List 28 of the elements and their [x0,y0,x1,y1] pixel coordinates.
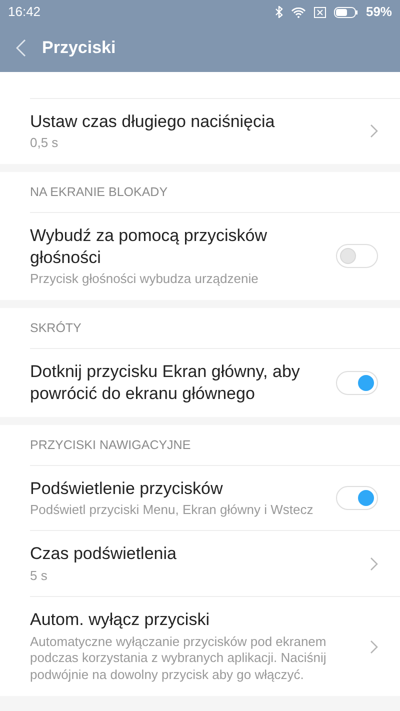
setting-description: Przycisk głośności wybudza urządzenie [30,270,260,288]
back-icon[interactable] [16,39,26,57]
setting-title: Ustaw czas długiego naciśnięcia [30,111,276,133]
chevron-icon[interactable] [370,556,378,571]
chevron-icon[interactable] [370,124,378,138]
sim-icon [314,6,326,18]
page-title: Przyciski [42,37,116,60]
setting-description: 0,5 s [30,135,60,152]
setting-title: Wybudź za pomocą przycisków głośności [30,224,268,269]
setting-description: Automatyczne wyłączanie przycisków pod ekranem podczas korzystania z wybranych aplikacji. Naciśnij podwójnie na dowolny przycisk aby go włączyć. [30,634,328,684]
status-time: 16:42 [8,3,41,22]
setting-description: Podświetl przyciski Menu, Ekran główny i Wstecz [30,502,314,518]
wifi-icon [290,6,306,18]
chevron-icon[interactable] [370,640,378,654]
bluetooth-icon [274,6,283,18]
setting-title: Podświetlenie przycisków [30,478,224,500]
section-heading: SKRÓTY [30,308,400,349]
setting-title: Czas podświetlenia [30,543,178,566]
battery-percent: 59% [366,3,392,22]
battery-icon [334,6,358,18]
toggle-switch[interactable] [336,370,378,395]
toggle-switch[interactable] [336,486,378,510]
setting-title: Autom. wyłącz przyciski [30,609,210,632]
setting-title: Dotknij przycisku Ekran główny, aby powrócić do ekranu głównego [30,360,301,405]
setting-description: 5 s [30,568,48,584]
section-heading: NA EKRANIE BLOKADY [30,172,400,213]
toggle-switch[interactable] [336,244,378,268]
section-heading: PRZYCISKI NAWIGACYJNE [30,424,400,466]
